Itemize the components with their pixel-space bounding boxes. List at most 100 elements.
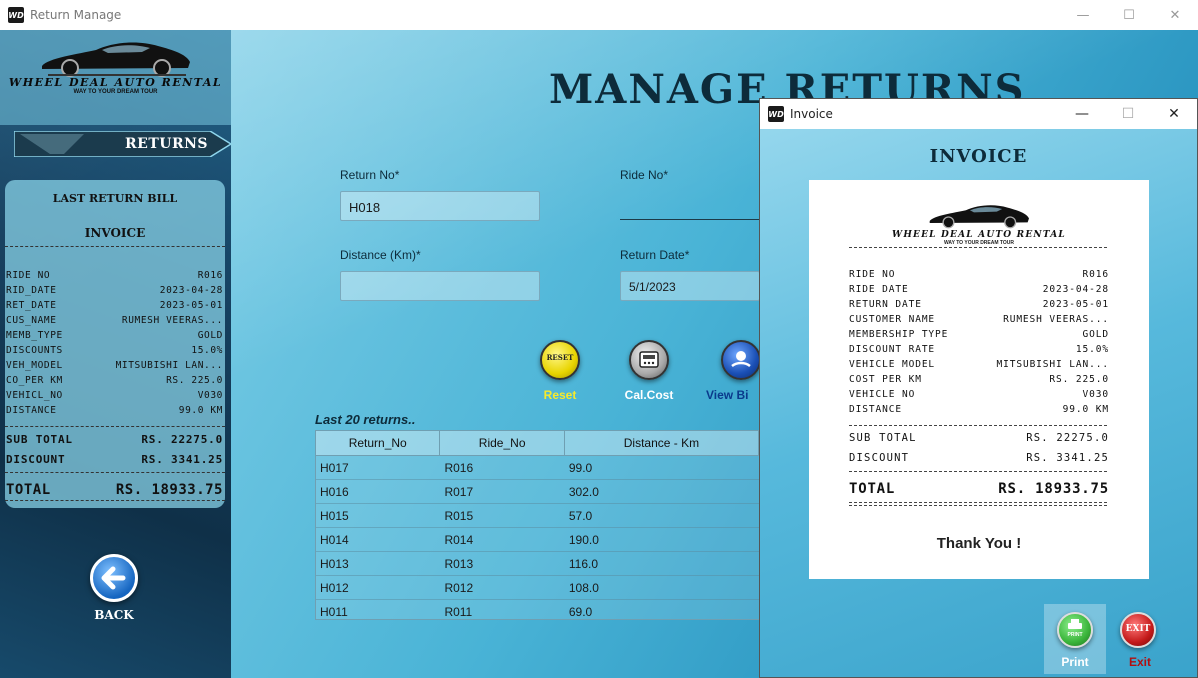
total-label: Total: [6, 482, 51, 498]
table-row[interactable]: H012 R012 108.0: [316, 576, 759, 600]
table-cell: R012: [444, 581, 474, 595]
total-label: Total: [849, 481, 896, 497]
table-row[interactable]: H017 R016 99.0: [316, 456, 759, 480]
bill-row-value: Rumesh Veeras...: [121, 315, 223, 326]
receipt-row-label: Vehicle No: [849, 389, 916, 400]
window-controls: — ☐ ✕: [1060, 0, 1198, 30]
bill-row-value: R016: [197, 270, 223, 281]
close-button[interactable]: ✕: [1151, 99, 1197, 129]
table-cell: 190.0: [568, 533, 599, 547]
column-header[interactable]: Ride_No: [440, 431, 565, 455]
discount-label: Discount: [849, 452, 910, 464]
total-value: Rs. 18933.75: [115, 482, 223, 498]
return-no-field[interactable]: H018: [340, 191, 540, 221]
receipt-divider: [849, 502, 1107, 503]
table-row[interactable]: H016 R017 302.0: [316, 480, 759, 504]
table-cell: 116.0: [568, 557, 599, 571]
column-header[interactable]: Distance - Km: [565, 431, 759, 455]
brand-name: WHEEL DEAL AUTO RENTAL: [8, 76, 223, 89]
table-row[interactable]: H011 R011 69.0: [316, 600, 759, 619]
minimize-button[interactable]: —: [1059, 99, 1105, 129]
printer-icon: [1068, 619, 1082, 629]
brand-tagline: WAY TO YOUR DREAM TOUR: [73, 89, 158, 95]
table-row[interactable]: H013 R013 116.0: [316, 552, 759, 576]
bill-row-value: 2023-05-01: [159, 300, 223, 311]
discount-label: Discount: [6, 453, 66, 466]
invoice-window-controls: — ☐ ✕: [1059, 99, 1197, 129]
bill-row-label: Discounts: [6, 345, 63, 356]
brand-logo: WHEEL DEAL AUTO RENTAL WAY TO YOUR DREAM…: [0, 30, 231, 125]
exit-icon: EXIT: [1125, 624, 1151, 634]
print-button[interactable]: PRINT: [1057, 612, 1093, 648]
table-row[interactable]: H014 R014 190.0: [316, 528, 759, 552]
return-date-picker[interactable]: 5/1/2023: [620, 271, 760, 301]
maximize-button[interactable]: ☐: [1106, 0, 1152, 30]
receipt-row: Distance 99.0 Km: [849, 404, 1109, 419]
table-cell: H011: [320, 605, 348, 619]
invoice-titlebar: WD Invoice — ☐ ✕: [760, 99, 1197, 129]
discount-value: Rs. 3341.25: [1026, 452, 1109, 464]
close-button[interactable]: ✕: [1152, 0, 1198, 30]
back-label: BACK: [94, 608, 134, 622]
table-cell: 108.0: [568, 581, 599, 595]
view-bill-label: View Bi: [706, 388, 749, 402]
table-body: H017 R016 99.0 H016 R017 302.0 H015 R015 57.0 H01…: [316, 456, 759, 619]
main-titlebar: WD Return Manage — ☐ ✕: [0, 0, 1198, 30]
total-value: Rs. 18933.75: [998, 481, 1109, 497]
table-cell: H013: [320, 557, 349, 571]
back-button[interactable]: [90, 554, 138, 602]
return-no-label: Return No*: [340, 168, 400, 182]
table-header: Return_No Ride_No Distance - Km: [316, 431, 759, 456]
receipt-row-value: V030: [1082, 389, 1109, 400]
receipt-row-label: Membership Type: [849, 329, 949, 340]
returns-nav-tab[interactable]: RETURNS: [13, 130, 233, 158]
invoice-receipt: WHEEL DEAL AUTO RENTAL WAY TO YOUR DREAM…: [809, 180, 1149, 579]
receipt-row: Membership Type Gold: [849, 329, 1109, 344]
bill-row: Memb_Type Gold: [5, 330, 225, 345]
receipt-row: Cost per Km Rs. 225.0: [849, 374, 1109, 389]
receipt-row-label: Return Date: [849, 299, 922, 310]
table-cell: 69.0: [568, 605, 593, 619]
column-header[interactable]: Return_No: [316, 431, 441, 455]
print-icon: PRINT: [1067, 632, 1083, 638]
car-logo-icon: [929, 205, 1029, 229]
reset-button[interactable]: RESET: [540, 340, 580, 380]
receipt-row: Discount Rate 15.0%: [849, 344, 1109, 359]
table-row[interactable]: H015 R015 57.0: [316, 504, 759, 528]
receipt-row: Ride Date 2023-04-28: [849, 284, 1109, 299]
exit-button[interactable]: EXIT: [1120, 612, 1156, 648]
receipt-brand-tagline: WAY TO YOUR DREAM TOUR: [943, 240, 1014, 246]
calculate-cost-label: Cal.Cost: [624, 388, 674, 402]
bill-row-label: Veh_Model: [6, 360, 63, 371]
table-cell: 99.0: [568, 461, 593, 475]
bill-row-label: Co_per Km: [6, 375, 63, 386]
print-button-highlight[interactable]: PRINT Print: [1044, 604, 1106, 674]
receipt-divider: [849, 425, 1107, 426]
bill-row-label: Ret_Date: [6, 300, 57, 311]
view-bill-button[interactable]: [721, 340, 761, 380]
receipt-row-value: Gold: [1082, 329, 1109, 340]
table-cell: R017: [444, 485, 474, 499]
returns-tab-label: RETURNS: [125, 136, 208, 152]
minimize-button[interactable]: —: [1060, 0, 1106, 30]
calculate-cost-button[interactable]: [629, 340, 669, 380]
ride-no-field[interactable]: [620, 190, 760, 220]
bill-row-value: V030: [197, 390, 223, 401]
return-date-label: Return Date*: [620, 248, 690, 262]
bill-row-label: Ride no: [6, 270, 51, 281]
exit-label: Exit: [1128, 655, 1151, 669]
receipt-row-label: Vehicle Model: [849, 359, 936, 370]
distance-field[interactable]: [340, 271, 540, 301]
receipt-row: Ride no R016: [849, 269, 1109, 284]
bill-divider: [5, 426, 225, 427]
maximize-button[interactable]: ☐: [1105, 99, 1151, 129]
bill-row: Discounts 15.0%: [5, 345, 225, 360]
bill-row-label: Vehicl_No: [6, 390, 63, 401]
bill-row-value: 99.0 Km: [178, 405, 223, 416]
distance-label: Distance (Km)*: [340, 248, 421, 262]
window-title: Return Manage: [30, 8, 122, 22]
invoice-window-title: Invoice: [790, 107, 833, 121]
bill-row: Cus_Name Rumesh Veeras...: [5, 315, 225, 330]
bill-row-value: 2023-04-28: [159, 285, 223, 296]
table-cell: H016: [320, 485, 349, 499]
